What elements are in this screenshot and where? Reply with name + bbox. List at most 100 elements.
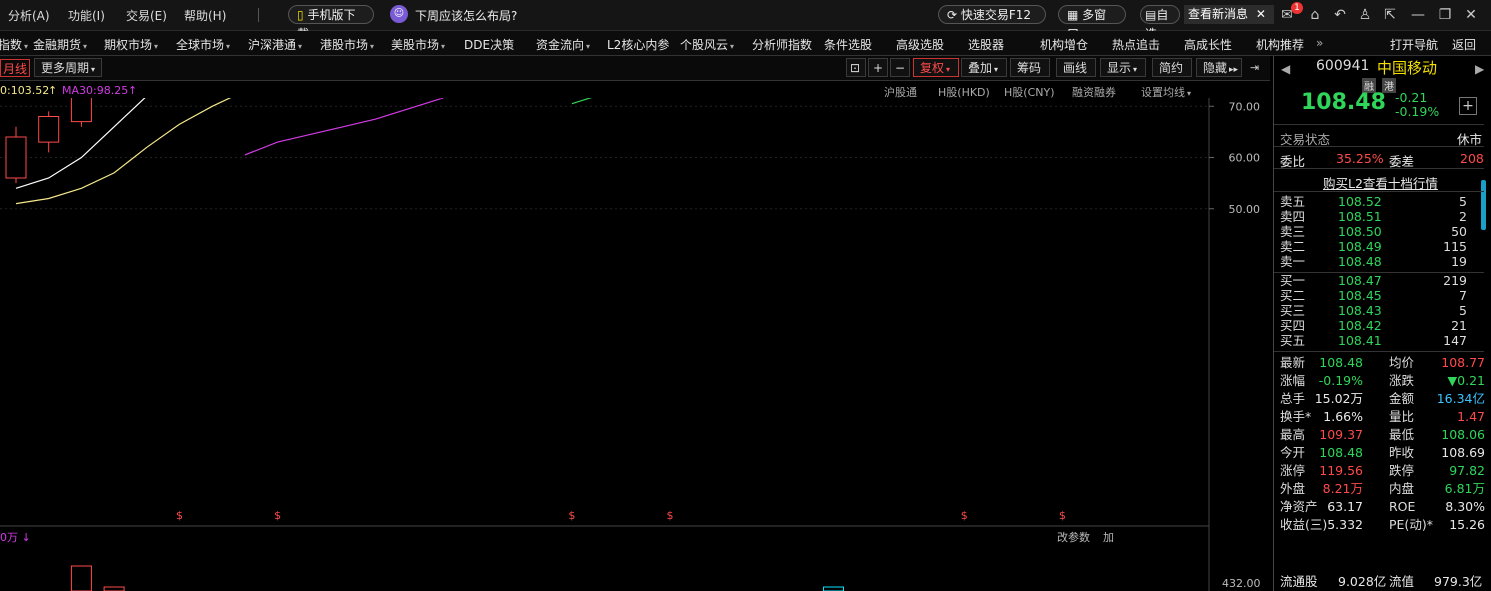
stat-label: 外盘 bbox=[1280, 481, 1306, 496]
nav-financial-futures[interactable]: 金融期货 ▾ bbox=[33, 36, 87, 53]
minimize-icon[interactable]: — bbox=[1409, 6, 1427, 24]
menu-help[interactable]: 帮助(H) bbox=[184, 7, 226, 24]
event-marker[interactable]: $ bbox=[961, 509, 968, 522]
ask-row[interactable]: 卖四 108.51 2 bbox=[1274, 209, 1479, 224]
view-news-button[interactable]: 查看新消息 ✕ bbox=[1184, 5, 1274, 24]
nav-high-growth[interactable]: 高成长性 bbox=[1184, 36, 1232, 53]
ask-row[interactable]: 卖二 108.49 115 bbox=[1274, 239, 1479, 254]
hide-button[interactable]: 隐藏 ▸▸ bbox=[1196, 58, 1242, 77]
candle[interactable] bbox=[70, 98, 92, 127]
nav-label: 机构推荐 bbox=[1256, 38, 1305, 52]
bid-row[interactable]: 买三 108.43 5 bbox=[1274, 303, 1479, 318]
quote-stats: 最新 108.48 均价 108.77 涨幅 -0.19% 涨跌 ▼0.21 总手 15.02万 金… bbox=[1274, 354, 1488, 534]
edit-params-button[interactable]: 改参数 bbox=[1057, 529, 1090, 545]
zoom-in-icon[interactable]: + bbox=[868, 58, 888, 77]
ask-row[interactable]: 卖三 108.50 50 bbox=[1274, 224, 1479, 239]
candle[interactable] bbox=[5, 126, 27, 184]
restore-icon[interactable]: ❐ bbox=[1436, 6, 1454, 24]
nav-options-market[interactable]: 期权市场 ▾ bbox=[104, 36, 158, 53]
stat-value: 108.48 bbox=[1319, 445, 1363, 460]
nav-index[interactable]: 指数 ▾ bbox=[0, 36, 28, 53]
y-tick-label: 50.00 bbox=[1229, 203, 1261, 216]
bid-row[interactable]: 买四 108.42 21 bbox=[1274, 318, 1479, 333]
nav-stock-connect[interactable]: 沪深港通 ▾ bbox=[248, 36, 302, 53]
nav-conditional-select[interactable]: 条件选股 bbox=[824, 36, 872, 53]
back-button[interactable]: 返回 bbox=[1452, 36, 1476, 53]
display-dropdown[interactable]: 显示 ▾ bbox=[1100, 58, 1146, 77]
stat-row: 总手 15.02万 金额 16.34亿 bbox=[1274, 390, 1488, 408]
event-marker[interactable]: $ bbox=[568, 509, 575, 522]
home-icon[interactable]: ⌂ bbox=[1306, 6, 1324, 24]
rights-dropdown[interactable]: 复权 ▾ bbox=[913, 58, 959, 77]
nav-label: 金融期货 bbox=[33, 38, 82, 52]
menu-trade[interactable]: 交易(E) bbox=[126, 7, 167, 24]
nav-stock-screener[interactable]: 选股器 bbox=[968, 36, 1004, 53]
self-select-button[interactable]: ▤自选 bbox=[1140, 5, 1180, 41]
bid-price: 108.47 bbox=[1338, 273, 1382, 288]
simple-mode-button[interactable]: 简约 bbox=[1152, 58, 1192, 77]
mobile-download-button[interactable]: ▯ 手机版下载 bbox=[288, 5, 374, 41]
bid-row[interactable]: 买二 108.45 7 bbox=[1274, 288, 1479, 303]
more-period-dropdown[interactable]: 更多周期 ▾ bbox=[34, 58, 102, 77]
add-indicator-button[interactable]: 加 bbox=[1103, 529, 1114, 545]
lock-icon[interactable]: ⊡ bbox=[846, 58, 866, 77]
nav-stock-storm[interactable]: 个股风云 ▾ bbox=[680, 36, 734, 53]
period-month-tab[interactable]: 月线 bbox=[0, 59, 30, 77]
nav-hot-spot[interactable]: 热点追击 bbox=[1112, 36, 1160, 53]
share-icon[interactable]: ⇱ bbox=[1381, 6, 1399, 24]
undo-icon[interactable]: ↶ bbox=[1331, 6, 1349, 24]
collapse-icon[interactable]: ⇥ bbox=[1250, 61, 1259, 74]
stat-row: 净资产 63.17 ROE 8.30% bbox=[1274, 498, 1488, 516]
nav-institution-increase[interactable]: 机构增仓 bbox=[1040, 36, 1088, 53]
quick-trade-button[interactable]: ⟳ 快速交易F12 bbox=[938, 5, 1046, 24]
bid-row[interactable]: 买五 108.41 147 bbox=[1274, 333, 1479, 348]
nav-advanced-select[interactable]: 高级选股 bbox=[896, 36, 944, 53]
up-arrow-icon: ↑ bbox=[128, 84, 138, 97]
nav-analyst-index[interactable]: 分析师指数 bbox=[752, 36, 812, 53]
nav-more-button[interactable]: » bbox=[1316, 36, 1323, 50]
candle[interactable] bbox=[38, 111, 60, 153]
nav-dde[interactable]: DDE决策 bbox=[464, 36, 514, 53]
nav-hk-market[interactable]: 港股市场 ▾ bbox=[320, 36, 374, 53]
nav-us-market[interactable]: 美股市场 ▾ bbox=[391, 36, 445, 53]
window-close-icon[interactable]: ✕ bbox=[1462, 6, 1480, 24]
news-headline-link[interactable]: 下周应该怎么布局? bbox=[415, 7, 517, 24]
ask-row[interactable]: 卖五 108.52 5 bbox=[1274, 194, 1479, 209]
nav-l2-core[interactable]: L2核心内参 bbox=[607, 36, 669, 53]
candlestick-chart[interactable]: 110.00100.0090.0080.0070.0060.0050.0095.… bbox=[0, 98, 1270, 591]
candles bbox=[5, 98, 92, 184]
nav-fund-flow[interactable]: 资金流向 ▾ bbox=[536, 36, 590, 53]
menu-function[interactable]: 功能(I) bbox=[68, 7, 105, 24]
divider bbox=[1274, 124, 1484, 125]
stat-value: 63.17 bbox=[1327, 499, 1363, 514]
event-marker[interactable]: $ bbox=[1059, 509, 1066, 522]
ask-volume: 2 bbox=[1459, 209, 1467, 224]
event-marker[interactable]: $ bbox=[274, 509, 281, 522]
stat-value: 109.37 bbox=[1319, 427, 1363, 442]
ask-row[interactable]: 卖一 108.48 19 bbox=[1274, 254, 1479, 269]
event-marker[interactable]: $ bbox=[176, 509, 183, 522]
chevron-down-icon: ▾ bbox=[226, 42, 231, 51]
close-icon[interactable]: ✕ bbox=[1256, 7, 1266, 21]
prev-stock-icon[interactable]: ◀ bbox=[1281, 62, 1290, 76]
overlay-dropdown[interactable]: 叠加 ▾ bbox=[961, 58, 1007, 77]
buy-l2-link[interactable]: 购买L2查看十档行情 bbox=[1323, 173, 1438, 192]
open-guide-button[interactable]: 打开导航 bbox=[1390, 36, 1438, 53]
nav-institution-recommend[interactable]: 机构推荐 bbox=[1256, 36, 1304, 53]
chips-button[interactable]: 筹码 bbox=[1010, 58, 1050, 77]
nav-label: 全球市场 bbox=[176, 38, 225, 52]
next-stock-icon[interactable]: ▶ bbox=[1475, 62, 1484, 76]
display-label: 显示 bbox=[1107, 61, 1132, 75]
event-marker[interactable]: $ bbox=[667, 509, 674, 522]
nav-global-market[interactable]: 全球市场 ▾ bbox=[176, 36, 230, 53]
multi-window-button[interactable]: ▦ 多窗口 bbox=[1058, 5, 1126, 41]
zoom-out-icon[interactable]: − bbox=[890, 58, 910, 77]
shirt-icon[interactable]: ♙ bbox=[1356, 6, 1374, 24]
menu-analysis[interactable]: 分析(A) bbox=[8, 7, 50, 24]
float-value-value: 979.3亿 bbox=[1434, 574, 1483, 589]
add-watchlist-icon[interactable]: + bbox=[1459, 97, 1477, 115]
draw-line-button[interactable]: 画线 bbox=[1056, 58, 1096, 77]
bid-row[interactable]: 买一 108.47 219 bbox=[1274, 273, 1479, 288]
order-book-scrollbar[interactable] bbox=[1481, 180, 1486, 230]
bid-price: 108.42 bbox=[1338, 318, 1382, 333]
